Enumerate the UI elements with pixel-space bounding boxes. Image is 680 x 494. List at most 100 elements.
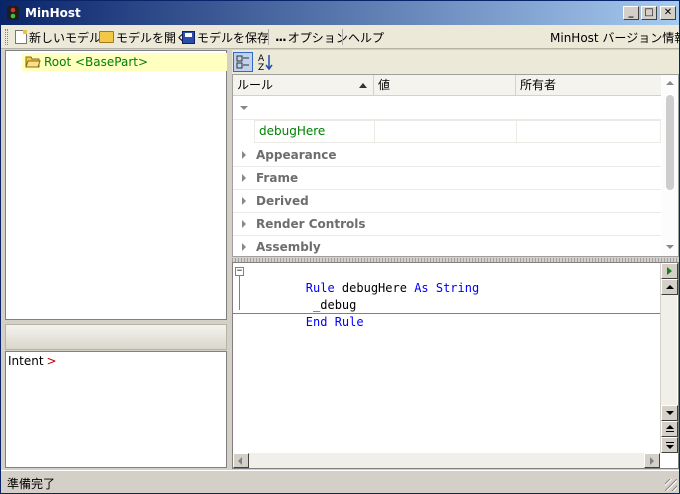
ellipsis-icon: ... bbox=[275, 30, 287, 44]
collapsed-arrow-icon[interactable] bbox=[242, 243, 246, 251]
group-label: Appearance bbox=[256, 148, 337, 162]
grid-vertical-scrollbar[interactable] bbox=[662, 75, 678, 256]
column-header-owner[interactable]: 所有者 bbox=[516, 75, 661, 96]
sort-ascending-icon bbox=[359, 83, 367, 88]
left-pane-splitter[interactable] bbox=[5, 324, 227, 350]
open-folder-icon bbox=[25, 56, 41, 68]
help-label: ヘルプ bbox=[348, 30, 385, 45]
resize-grip-icon[interactable] bbox=[665, 479, 677, 491]
minimize-button[interactable]: _ bbox=[623, 6, 639, 20]
editor-vertical-scrollbar[interactable] bbox=[660, 263, 678, 453]
column-header-value-label: 値 bbox=[378, 78, 391, 92]
rule-value-cell[interactable] bbox=[375, 121, 517, 142]
bar-icon bbox=[666, 442, 674, 443]
intent-caret-icon: > bbox=[46, 354, 57, 368]
sort-az-icon: A Z bbox=[258, 54, 273, 73]
scroll-left-icon bbox=[238, 457, 242, 465]
scroll-up-icon bbox=[666, 285, 674, 289]
code-area[interactable]: − Rule debugHere As String _debug End Ru… bbox=[233, 263, 660, 329]
toolbar-separator bbox=[342, 29, 343, 45]
scroll-left-button[interactable] bbox=[233, 453, 249, 468]
group-label: Assembly bbox=[256, 240, 321, 254]
column-header-rule[interactable]: ルール bbox=[233, 75, 374, 96]
group-row-render-controls[interactable]: Render Controls bbox=[233, 213, 661, 236]
scroll-thumb[interactable] bbox=[666, 95, 674, 190]
next-button[interactable] bbox=[661, 437, 678, 453]
property-grid[interactable]: ルール 値 所有者 debugHere Appearance Frame Der… bbox=[232, 74, 679, 257]
code-line: End Rule bbox=[248, 297, 364, 329]
save-disk-icon bbox=[182, 30, 195, 44]
editor-horizontal-scrollbar[interactable] bbox=[233, 453, 660, 468]
bar-icon bbox=[666, 431, 674, 432]
group-label: Derived bbox=[256, 194, 309, 208]
group-row-assembly[interactable]: Assembly bbox=[233, 236, 661, 256]
main-toolbar: 新しいモデル モデルを開く モデルを保存 ... オプション ヘルプ MinHo… bbox=[1, 25, 680, 49]
maximize-button[interactable]: □ bbox=[641, 6, 657, 20]
new-document-icon bbox=[15, 30, 27, 44]
title-bar[interactable]: MinHost _ □ ✕ bbox=[1, 1, 679, 25]
scroll-up-icon[interactable] bbox=[666, 81, 674, 85]
categorized-view-button[interactable] bbox=[233, 52, 253, 72]
code-line: _debug bbox=[248, 280, 356, 312]
rule-owner-cell[interactable] bbox=[517, 121, 660, 142]
run-button[interactable] bbox=[661, 263, 678, 279]
open-folder-icon bbox=[99, 31, 114, 43]
expanded-arrow-icon[interactable] bbox=[240, 106, 248, 110]
help-button[interactable]: ヘルプ bbox=[348, 29, 384, 45]
play-icon bbox=[667, 267, 672, 275]
tree-node-root[interactable]: Root <BasePart> bbox=[22, 53, 227, 71]
categorized-icon bbox=[236, 55, 249, 69]
group-label: Frame bbox=[256, 171, 299, 185]
status-text: 準備完了 bbox=[7, 477, 56, 491]
close-button[interactable]: ✕ bbox=[660, 6, 676, 20]
collapsed-arrow-icon[interactable] bbox=[242, 151, 246, 159]
rule-name-cell[interactable]: debugHere bbox=[255, 121, 375, 142]
version-info-label: MinHost バージョン情報... bbox=[550, 30, 680, 45]
open-model-label: モデルを開く bbox=[116, 30, 189, 45]
toolbar-grip[interactable] bbox=[5, 29, 8, 45]
new-model-label: 新しいモデル bbox=[29, 30, 102, 45]
column-header-value[interactable]: 値 bbox=[374, 75, 516, 96]
main-window: MinHost _ □ ✕ 新しいモデル モデルを開く モデルを保存 ... オ… bbox=[0, 0, 680, 494]
alphabetical-view-button[interactable]: A Z bbox=[256, 52, 276, 73]
window-title: MinHost bbox=[25, 6, 81, 20]
grid-header: ルール 値 所有者 bbox=[233, 75, 661, 96]
property-grid-toolbar: A Z bbox=[232, 50, 679, 74]
arrow-down-icon bbox=[666, 445, 674, 449]
previous-button[interactable] bbox=[661, 421, 678, 437]
open-model-button[interactable]: モデルを開く bbox=[99, 29, 188, 45]
fold-collapse-icon[interactable]: − bbox=[235, 267, 244, 276]
scroll-down-button[interactable] bbox=[661, 405, 678, 421]
fold-guide bbox=[239, 276, 240, 310]
group-row-derived[interactable]: Derived bbox=[233, 190, 661, 213]
code-keyword: End Rule bbox=[305, 315, 364, 329]
toolbar-separator bbox=[268, 29, 269, 45]
code-keyword: As String bbox=[414, 281, 480, 295]
group-row-frame[interactable]: Frame bbox=[233, 167, 661, 190]
new-model-button[interactable]: 新しいモデル bbox=[15, 29, 101, 45]
rule-row[interactable]: debugHere bbox=[254, 120, 661, 143]
scroll-down-icon[interactable] bbox=[666, 245, 674, 249]
scroll-right-icon bbox=[650, 457, 654, 465]
tree-node-label: Root <BasePart> bbox=[44, 55, 149, 69]
code-editor[interactable]: − Rule debugHere As String _debug End Ru… bbox=[232, 262, 679, 469]
model-tree-pane: Root <BasePart> bbox=[5, 50, 227, 320]
save-model-button[interactable]: モデルを保存 bbox=[182, 29, 269, 45]
group-row-appearance[interactable]: Appearance bbox=[233, 144, 661, 167]
svg-text:Z: Z bbox=[258, 63, 264, 72]
collapsed-arrow-icon[interactable] bbox=[242, 197, 246, 205]
scroll-right-button[interactable] bbox=[644, 453, 660, 468]
scroll-up-button[interactable] bbox=[661, 279, 678, 295]
options-label: オプション bbox=[287, 30, 348, 45]
options-button[interactable]: ... オプション bbox=[275, 29, 348, 45]
intent-pane[interactable]: Intent > bbox=[5, 351, 227, 468]
group-row-unnamed[interactable] bbox=[233, 97, 661, 120]
collapsed-arrow-icon[interactable] bbox=[242, 174, 246, 182]
version-info-button[interactable]: MinHost バージョン情報... bbox=[550, 29, 680, 45]
code-line: Rule debugHere As String bbox=[248, 263, 479, 295]
collapsed-arrow-icon[interactable] bbox=[242, 220, 246, 228]
intent-prompt: Intent > bbox=[8, 354, 57, 368]
column-header-rule-label: ルール bbox=[237, 78, 274, 92]
status-bar: 準備完了 bbox=[1, 470, 679, 493]
save-model-label: モデルを保存 bbox=[197, 30, 270, 45]
